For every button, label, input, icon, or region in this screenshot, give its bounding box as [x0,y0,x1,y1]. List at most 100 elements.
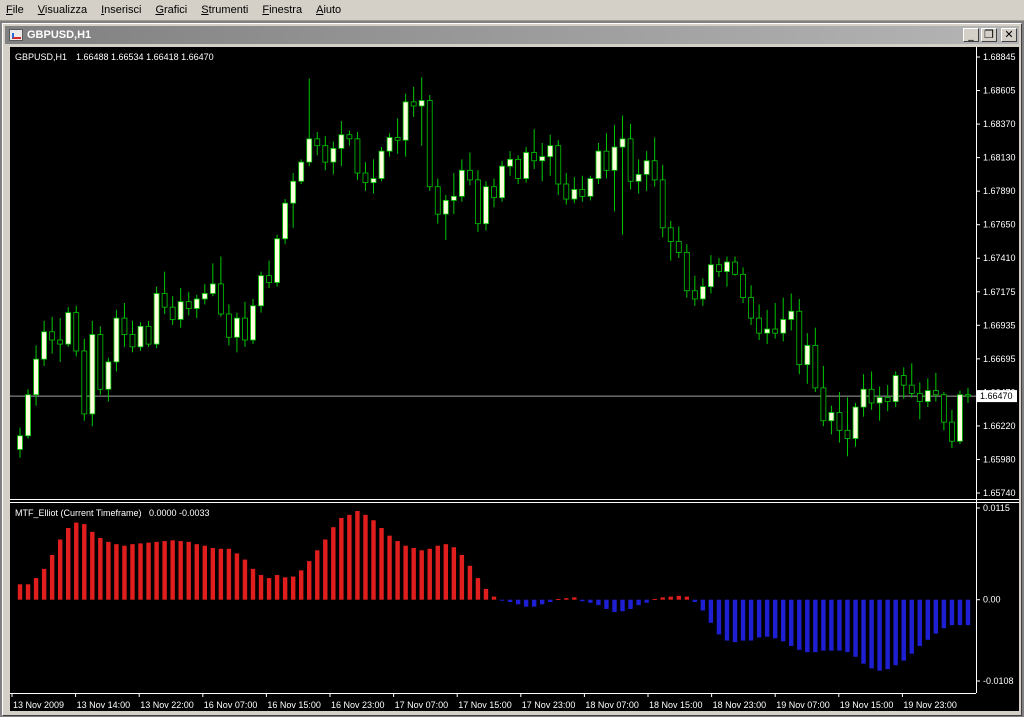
candle-body [354,138,361,174]
indicator-bar [363,514,368,600]
candle-body [940,394,947,423]
time-tick-label: 16 Nov 23:00 [331,700,385,710]
indicator-bar [419,550,424,600]
indicator-bar [138,543,143,600]
candle-body [884,397,891,402]
candle-body [531,152,538,162]
candle-body [306,138,313,163]
minimize-button[interactable]: _ [963,28,979,42]
candle-body [716,264,722,272]
chart-window-titlebar[interactable]: GBPUSD,H1 _ ❐ ✕ [5,26,1019,44]
candle-body [467,169,473,181]
restore-button[interactable]: ❐ [981,28,997,42]
menu-strumenti[interactable]: Strumenti [195,0,256,20]
price-tick-label: 1.67890 [983,186,1016,196]
candle-body [868,388,875,404]
indicator-bar [676,595,681,600]
candle-body [153,293,160,345]
candle-body [627,138,634,182]
indicator-bar [186,541,191,600]
chart-window[interactable]: GBPUSD,H1 _ ❐ ✕ 1.68845 1.68605 1.68370 1.6… [2,23,1022,716]
candle-body [780,319,787,334]
indicator-bar [877,599,882,671]
indicator-bar [258,575,264,600]
candle-body [475,179,481,225]
indicator-bar [531,599,537,607]
candle-body [298,161,305,182]
indicator-bar [427,548,432,600]
indicator-bar [499,599,505,601]
indicator-bar [612,599,617,613]
chart-svg: 1.68845 1.68605 1.68370 1.68130 1.67890 1.676… [10,47,1019,710]
menu-aiuto[interactable]: Aiuto [310,0,349,20]
indicator-bar [443,544,449,600]
candle-body [161,293,168,308]
indicator-bar [403,545,408,600]
price-tick-label: 1.66935 [983,320,1016,330]
price-tick-label: 1.68845 [983,52,1016,62]
price-tick-label: 1.67175 [983,287,1016,297]
candle-body [764,328,771,334]
candle-body [603,150,610,171]
candle-body [33,358,39,396]
candle-body [659,179,666,229]
time-tick-label: 19 Nov 15:00 [840,700,894,710]
indicator-bar [451,547,457,600]
indicator-bar [781,599,786,642]
time-tick-label: 16 Nov 15:00 [267,700,321,710]
candle-body [129,334,136,348]
candle-body [724,261,730,272]
candle-body [378,150,385,179]
candle-body [788,310,795,320]
indicator-bar [82,524,87,600]
indicator-bar [41,568,47,600]
candle-body [916,392,923,402]
indicator-bar [106,541,111,600]
window-title: GBPUSD,H1 [27,29,92,41]
indicator-bar [829,599,834,651]
menu-finestra[interactable]: Finestra [256,0,310,20]
indicator-tick-label: 0.00 [983,595,1001,605]
candle-body [41,331,48,360]
candle-body [105,361,112,390]
indicator-bar [837,599,842,651]
menu-visualizza[interactable]: Visualizza [32,0,95,20]
indicator-bar [668,596,673,600]
indicator-bar [789,599,794,646]
candle-body [386,137,393,152]
menu-inserisci[interactable]: Inserisci [95,0,149,20]
indicator-bar [130,544,135,600]
candle-body [949,421,955,442]
candle-body [234,317,240,338]
indicator-bar [515,599,521,605]
indicator-bar [845,599,850,653]
chart-canvas[interactable]: 1.68845 1.68605 1.68370 1.68130 1.67890 1.676… [10,47,1019,711]
candle-body [73,312,80,352]
candle-body [539,156,546,162]
indicator-bar [202,545,207,600]
price-tick-label: 1.65740 [983,488,1016,498]
indicator-bar [853,599,858,657]
indicator-bar [114,544,119,600]
indicator-bar [620,599,625,612]
candle-body [619,138,626,148]
indicator-bar [170,540,175,600]
indicator-bar [965,599,971,626]
candle-body [290,180,297,204]
candle-body [932,390,939,396]
candle-body [57,339,64,345]
candle-body [491,186,497,199]
indicator-tick-label: -0.0108 [983,676,1014,686]
menu-bar: File Visualizza Inserisci Grafici Strumenti F… [0,0,1024,21]
close-button[interactable]: ✕ [1001,28,1017,42]
price-tick-label: 1.67410 [983,253,1016,263]
indicator-bar [588,599,593,603]
candle-body [426,100,433,188]
menu-grafici[interactable]: Grafici [149,0,195,20]
menu-file[interactable]: File [0,0,32,20]
indicator-bar [539,599,545,605]
candle-body [667,227,674,242]
indicator-bar [395,541,400,600]
indicator-bar [716,599,722,635]
time-tick-label: 13 Nov 14:00 [77,700,131,710]
